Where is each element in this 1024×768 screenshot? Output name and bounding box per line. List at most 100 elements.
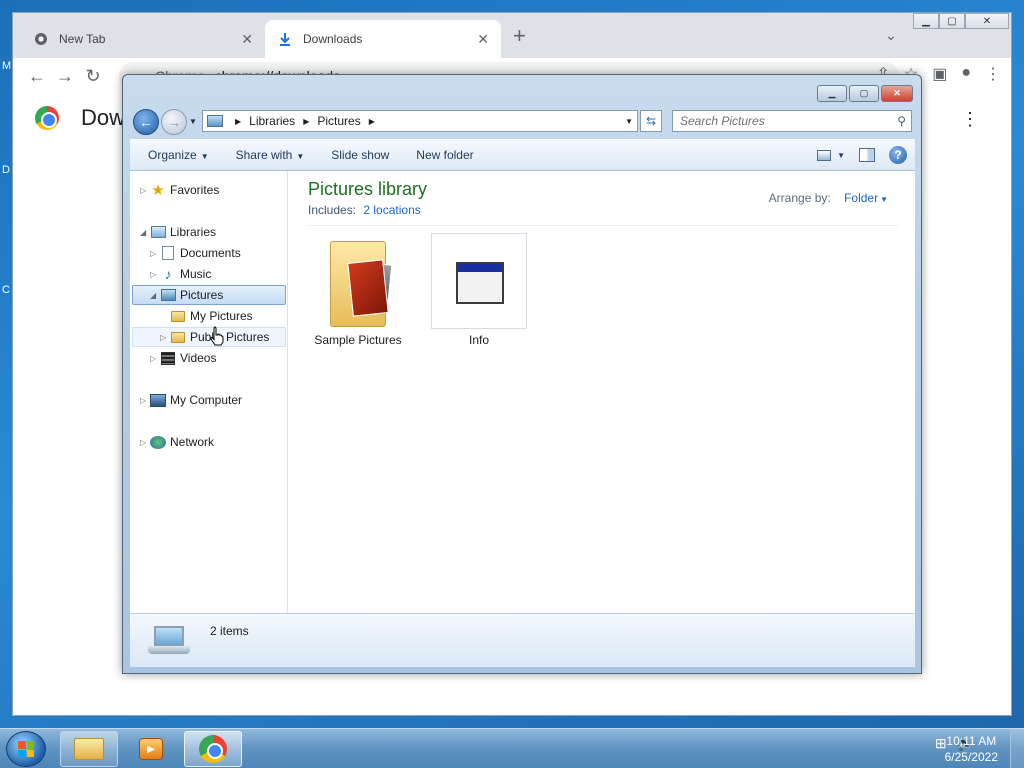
side-panel-icon[interactable]: ▣ <box>932 64 947 84</box>
folder-icon <box>74 738 104 760</box>
expand-icon[interactable]: ▷ <box>150 354 160 363</box>
pictures-library-icon <box>207 115 223 127</box>
show-desktop-button[interactable] <box>1010 729 1024 768</box>
minimize-button[interactable]: ▁ <box>913 13 939 29</box>
arrange-by: Arrange by: Folder ▼ <box>769 191 888 205</box>
nav-item-documents[interactable]: ▷ Documents <box>150 243 241 263</box>
view-controls: ▼ ? <box>817 146 907 164</box>
nav-item-libraries[interactable]: ◢ Libraries <box>140 222 216 242</box>
nav-item-public-pictures[interactable]: ▷ Public Pictures <box>132 327 286 347</box>
chevron-down-icon: ▼ <box>880 195 888 204</box>
forward-icon[interactable]: → <box>51 66 79 87</box>
back-icon[interactable]: ← <box>23 66 51 87</box>
slide-show-button[interactable]: Slide show <box>322 148 398 162</box>
address-bar[interactable]: ▶ Libraries ▶ Pictures ▶ ▼ <box>202 110 638 132</box>
chevron-down-icon: ▼ <box>200 152 209 161</box>
chevron-right-icon[interactable]: ▶ <box>303 117 309 126</box>
preview-pane-icon[interactable] <box>859 148 875 162</box>
nav-item-favorites[interactable]: ▷ ★ Favorites <box>140 180 219 200</box>
item-label: Info <box>468 333 489 347</box>
maximize-button[interactable]: ▢ <box>849 85 879 102</box>
explorer-body: ▷ ★ Favorites ◢ Libraries ▷ Documents ▷ … <box>130 171 915 613</box>
nav-label: My Computer <box>170 393 243 407</box>
more-options-icon[interactable]: ⋮ <box>961 109 979 130</box>
chevron-right-icon[interactable]: ▶ <box>369 117 375 126</box>
new-tab-button[interactable]: + <box>513 25 526 47</box>
tab-downloads[interactable]: Downloads ✕ <box>265 20 501 58</box>
close-button[interactable]: ✕ <box>965 13 1009 29</box>
maximize-button[interactable]: ▢ <box>939 13 965 29</box>
file-item-info[interactable]: Info <box>431 233 527 347</box>
taskbar-chrome[interactable] <box>184 731 242 767</box>
taskbar: ▶ ⊞ 🔈 10:11 AM 6/25/2022 <box>0 728 1024 768</box>
new-folder-button[interactable]: New folder <box>407 148 482 162</box>
nav-item-pictures[interactable]: ◢ Pictures <box>132 285 286 305</box>
close-button[interactable]: ✕ <box>881 85 913 102</box>
change-view-icon[interactable] <box>817 149 832 161</box>
explorer-window: ▁ ▢ ✕ ← → ▼ ▶ Libraries ▶ Pictures ▶ ▼ ⇆… <box>122 74 922 674</box>
windows-logo-icon <box>18 741 34 757</box>
search-placeholder: Search Pictures <box>680 114 765 128</box>
expand-icon[interactable]: ▷ <box>140 396 150 405</box>
file-list: Pictures library Includes: 2 locations A… <box>308 171 908 613</box>
clock[interactable]: 10:11 AM 6/25/2022 <box>945 733 998 765</box>
library-title: Pictures library <box>308 179 428 199</box>
chevron-down-icon[interactable]: ▼ <box>837 151 845 160</box>
nav-label: Music <box>180 267 212 281</box>
close-icon[interactable]: ✕ <box>241 31 253 48</box>
minimize-button[interactable]: ▁ <box>817 85 847 102</box>
help-icon[interactable]: ? <box>889 146 907 164</box>
nav-label: Network <box>170 435 215 449</box>
application-window-icon <box>431 233 527 329</box>
share-with-button[interactable]: Share with ▼ <box>227 148 314 162</box>
collapse-icon[interactable]: ◢ <box>140 228 150 237</box>
back-button[interactable]: ← <box>133 109 159 135</box>
nav-item-my-computer[interactable]: ▷ My Computer <box>140 390 242 410</box>
command-bar: Organize ▼ Share with ▼ Slide show New fol… <box>130 139 915 171</box>
chevron-right-icon[interactable]: ▶ <box>235 117 241 126</box>
nav-item-videos[interactable]: ▷ Videos <box>150 348 216 368</box>
share-with-label: Share with <box>235 148 293 162</box>
profile-icon[interactable]: ● <box>961 64 971 84</box>
expand-icon[interactable]: ▷ <box>160 333 170 342</box>
start-button[interactable] <box>6 731 46 767</box>
tab-new-tab[interactable]: New Tab ✕ <box>21 20 265 58</box>
music-icon: ♪ <box>164 266 172 282</box>
breadcrumb-pictures[interactable]: Pictures <box>317 114 360 128</box>
chrome-logo-icon <box>35 106 59 130</box>
file-item-sample-pictures[interactable]: Sample Pictures <box>310 233 406 347</box>
navigation-pane: ▷ ★ Favorites ◢ Libraries ▷ Documents ▷ … <box>130 171 288 613</box>
tab-strip: New Tab ✕ Downloads ✕ + ⌄ ▁ ▢ ✕ <box>13 13 1011 58</box>
taskbar-explorer[interactable] <box>60 731 118 767</box>
expand-icon[interactable]: ▷ <box>140 186 150 195</box>
clock-date: 6/25/2022 <box>944 750 998 764</box>
menu-icon[interactable]: ⋮ <box>985 64 1001 84</box>
arrange-dropdown[interactable]: Folder ▼ <box>844 191 888 205</box>
refresh-button[interactable]: ⇆ <box>640 110 662 132</box>
organize-button[interactable]: Organize ▼ <box>139 148 218 162</box>
recent-pages-dropdown[interactable]: ▼ <box>189 117 197 126</box>
tab-label: New Tab <box>59 32 106 46</box>
nav-item-music[interactable]: ▷ ♪ Music <box>150 264 211 284</box>
taskbar-media-player[interactable]: ▶ <box>122 731 180 767</box>
details-pane: 2 items <box>130 613 915 667</box>
forward-button[interactable]: → <box>161 109 187 135</box>
expand-icon[interactable]: ▷ <box>140 438 150 447</box>
pictures-icon <box>160 288 176 302</box>
item-count: 2 items <box>210 624 249 638</box>
locations-link[interactable]: 2 locations <box>363 203 420 217</box>
collapse-icon[interactable]: ◢ <box>150 291 160 300</box>
search-input[interactable]: Search Pictures ⚲ <box>672 110 912 132</box>
expand-icon[interactable]: ▷ <box>150 249 160 258</box>
chevron-down-icon[interactable]: ▼ <box>625 117 633 126</box>
nav-item-network[interactable]: ▷ Network <box>140 432 214 452</box>
close-icon[interactable]: ✕ <box>477 31 489 48</box>
breadcrumb-libraries[interactable]: Libraries <box>249 114 295 128</box>
arrange-label: Arrange by: <box>768 191 831 205</box>
download-icon <box>277 31 293 47</box>
expand-icon[interactable]: ▷ <box>150 270 160 279</box>
nav-item-my-pictures[interactable]: My Pictures <box>170 306 253 326</box>
reload-icon[interactable]: ↻ <box>79 66 107 87</box>
chevron-down-icon[interactable]: ⌄ <box>885 27 897 44</box>
nav-label: Documents <box>180 246 241 260</box>
